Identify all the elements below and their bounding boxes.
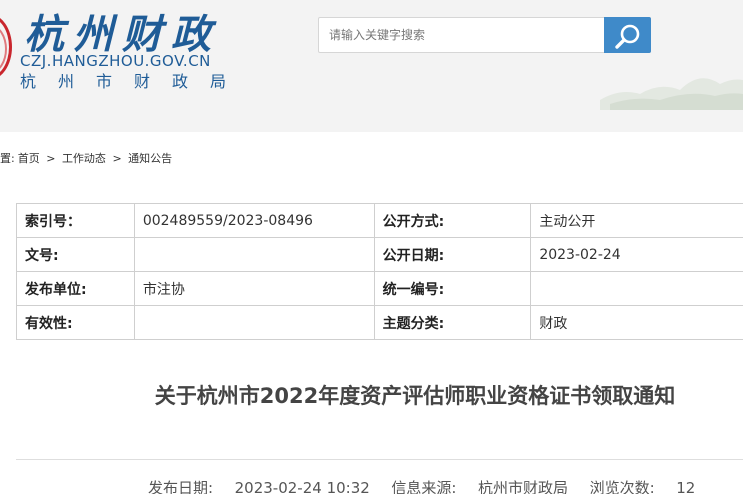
open-date-value: 2023-02-24 xyxy=(530,237,743,272)
issuer-value: 市注协 xyxy=(133,271,375,306)
breadcrumb-home-link[interactable]: 首页 xyxy=(18,152,40,165)
national-emblem-icon xyxy=(0,14,12,80)
breadcrumb-notices-link[interactable]: 通知公告 xyxy=(128,152,172,165)
article-meta: 发布日期: 2023-02-24 10:32 信息来源: 杭州市财政局 浏览次数… xyxy=(148,477,695,494)
index-label: 索引号： xyxy=(16,203,135,238)
site-header: 杭州财政 CZJ.HANGZHOU.GOV.CN 杭州市财政局 xyxy=(0,0,743,132)
open-mode-label: 公开方式: xyxy=(373,203,532,238)
breadcrumb-work-news-link[interactable]: 工作动态 xyxy=(62,152,106,165)
landscape-decoration xyxy=(600,78,743,110)
breadcrumb: 置: 首页 > 工作动态 > 通知公告 xyxy=(0,150,175,166)
divider xyxy=(16,459,743,460)
open-date-label: 公开日期: xyxy=(373,237,532,272)
source-value: 杭州市财政局 xyxy=(477,479,568,494)
search-box xyxy=(318,17,651,53)
topic-label: 主题分类: xyxy=(373,305,532,340)
magnifier-icon xyxy=(615,24,640,49)
index-value: 002489559/2023-08496 xyxy=(133,203,375,238)
doc-number-label: 文号: xyxy=(16,237,135,272)
unified-number-value xyxy=(530,271,743,306)
table-row: 索引号： 002489559/2023-08496 公开方式: 主动公开 xyxy=(16,203,743,238)
breadcrumb-separator: > xyxy=(46,152,56,165)
validity-value xyxy=(133,305,375,340)
unified-number-label: 统一编号: xyxy=(373,271,532,306)
search-button[interactable] xyxy=(604,17,651,53)
breadcrumb-separator: > xyxy=(112,152,122,165)
views-label: 浏览次数: xyxy=(589,479,655,494)
search-input[interactable] xyxy=(319,18,605,52)
open-mode-value: 主动公开 xyxy=(530,203,743,238)
table-row: 有效性: 主题分类: 财政 xyxy=(16,305,743,340)
article-title: 关于杭州市2022年度资产评估师职业资格证书领取通知 xyxy=(154,384,676,408)
logo-org-name: 杭州市财政局 xyxy=(20,72,249,91)
topic-value: 财政 xyxy=(530,305,743,340)
doc-number-value xyxy=(133,237,375,272)
views-value: 12 xyxy=(676,479,696,494)
source-label: 信息来源: xyxy=(391,479,457,494)
publish-date-label: 发布日期: xyxy=(148,479,214,494)
document-info-table: 索引号： 002489559/2023-08496 公开方式: 主动公开 文号:… xyxy=(16,203,743,340)
validity-label: 有效性: xyxy=(16,305,135,340)
issuer-label: 发布单位: xyxy=(16,271,135,306)
breadcrumb-prefix: 置: xyxy=(0,152,15,165)
publish-date-value: 2023-02-24 10:32 xyxy=(234,479,370,494)
table-row: 发布单位: 市注协 统一编号: xyxy=(16,271,743,306)
table-row: 文号: 公开日期: 2023-02-24 xyxy=(16,237,743,272)
